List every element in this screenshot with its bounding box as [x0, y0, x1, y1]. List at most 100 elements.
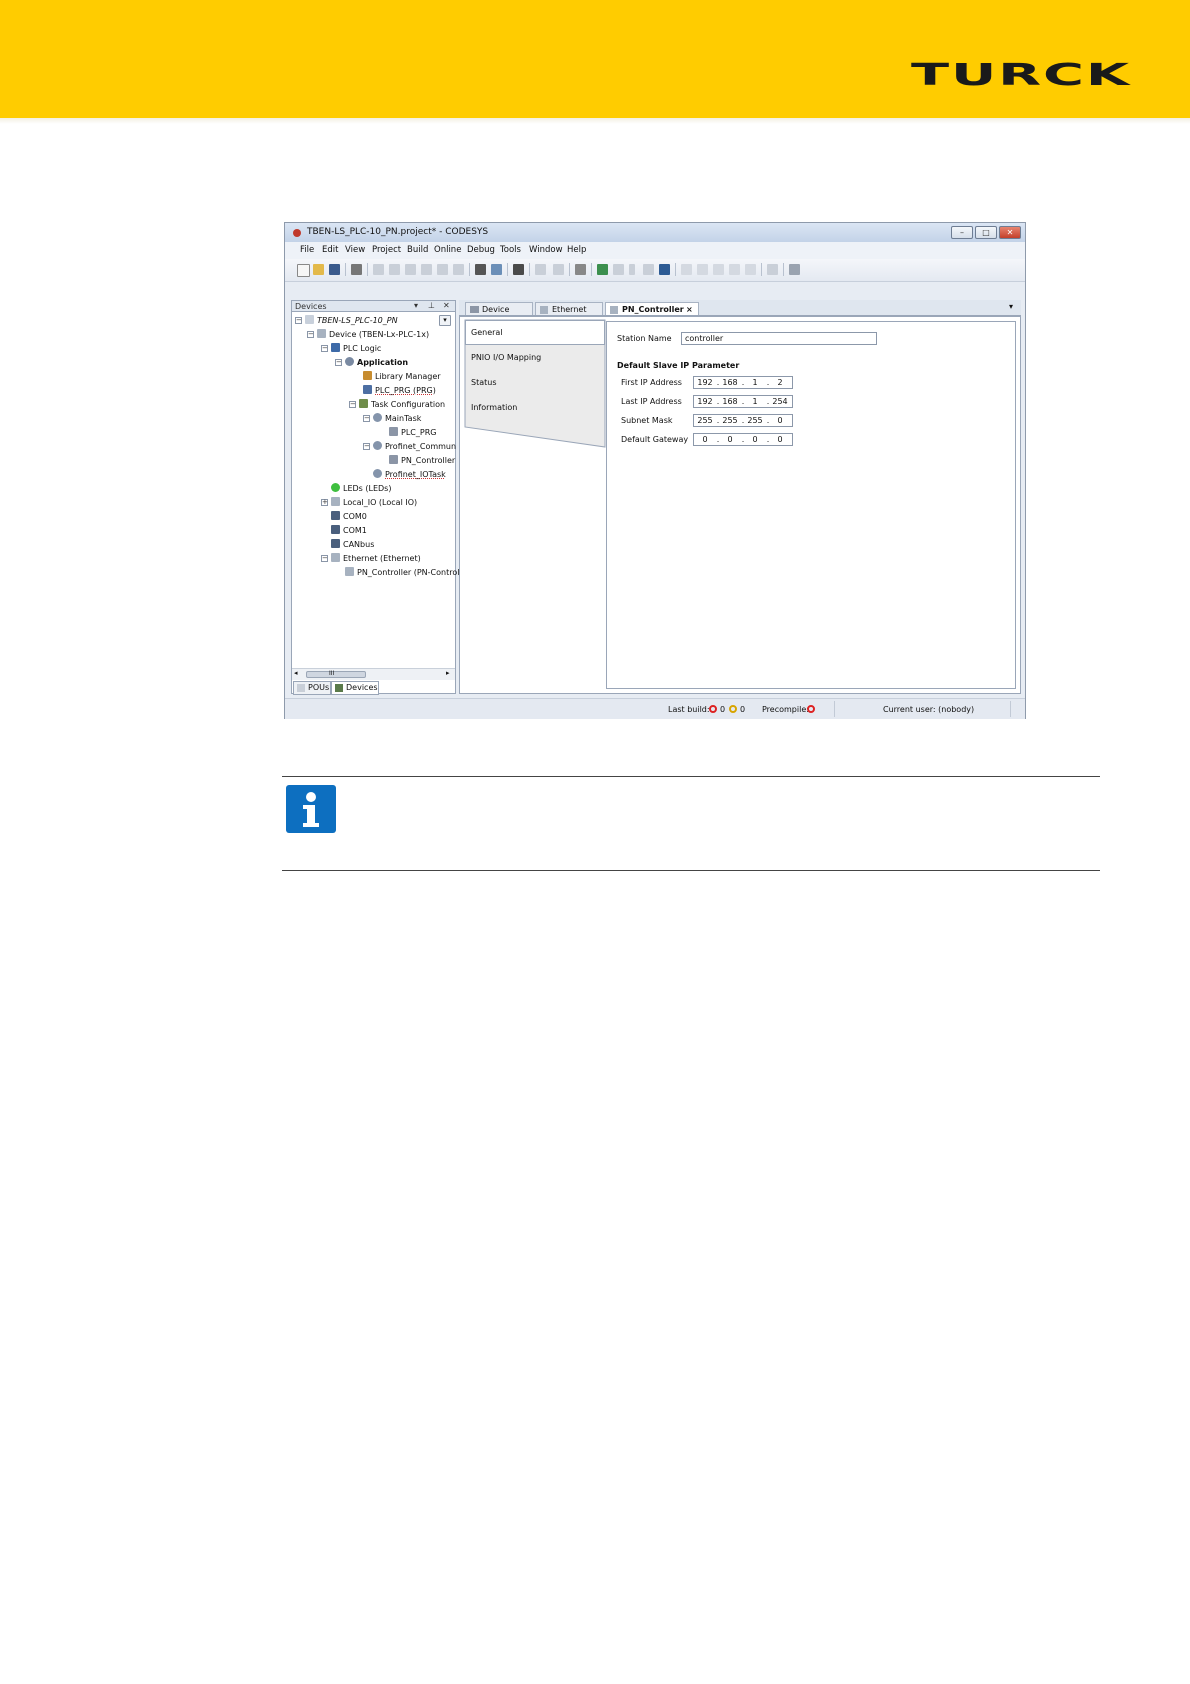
logout-icon[interactable]: [613, 264, 624, 275]
device-icon: [317, 329, 326, 338]
print-icon[interactable]: [351, 264, 362, 275]
collapse-icon[interactable]: −: [363, 443, 370, 450]
subnet-mask-field[interactable]: 255. 255. 255. 0: [693, 414, 793, 427]
tree-node-canbus[interactable]: CANbus: [331, 539, 374, 552]
run-to-cursor-icon[interactable]: [745, 264, 756, 275]
step-over-icon[interactable]: [697, 264, 708, 275]
save-icon[interactable]: [329, 264, 340, 275]
menu-help[interactable]: Help: [567, 245, 586, 255]
collapse-icon[interactable]: −: [295, 317, 302, 324]
station-name-field[interactable]: controller: [681, 332, 877, 345]
menu-online[interactable]: Online: [434, 245, 461, 255]
last-ip-field[interactable]: 192. 168. 1. 254: [693, 395, 793, 408]
pane-menu-icon[interactable]: ▾: [414, 301, 418, 310]
tab-pous[interactable]: POUs: [293, 681, 331, 695]
login-icon[interactable]: [597, 264, 608, 275]
compile-icon[interactable]: [575, 264, 586, 275]
expand-icon[interactable]: +: [321, 499, 328, 506]
menu-window[interactable]: Window: [529, 245, 563, 255]
start-icon[interactable]: [629, 264, 635, 275]
dropdown-arrow-icon[interactable]: ▾: [439, 315, 451, 326]
side-tab-information[interactable]: Information: [465, 396, 603, 420]
tree-node-profinet-iotask[interactable]: Profinet_IOTask: [373, 469, 446, 482]
pane-close-icon[interactable]: ✕: [443, 301, 450, 310]
collapse-icon[interactable]: −: [321, 555, 328, 562]
cut-icon[interactable]: [405, 264, 416, 275]
menu-tools[interactable]: Tools: [500, 245, 521, 255]
horizontal-scrollbar[interactable]: ◂ III ▸: [292, 668, 455, 680]
tree-node-plc-logic[interactable]: PLC Logic: [331, 343, 381, 356]
tree-node-com0[interactable]: COM0: [331, 511, 367, 524]
side-tab-status[interactable]: Status: [465, 371, 603, 395]
stop-icon[interactable]: [643, 264, 654, 275]
tree-node-maintask[interactable]: MainTask: [373, 413, 421, 426]
tree-node-com1[interactable]: COM1: [331, 525, 367, 538]
tree-node-pn-controller-device[interactable]: PN_Controller (PN-Control: [345, 567, 459, 580]
collapse-icon[interactable]: −: [335, 359, 342, 366]
tab-ethernet[interactable]: Ethernet: [535, 302, 603, 315]
menu-view[interactable]: View: [345, 245, 365, 255]
collapse-icon[interactable]: −: [349, 401, 356, 408]
tree-node-profinet-commun[interactable]: Profinet_Commun: [373, 441, 456, 454]
open-folder-icon[interactable]: [313, 264, 324, 275]
undo-icon[interactable]: [373, 264, 384, 275]
step-out-icon[interactable]: [729, 264, 740, 275]
window-icon[interactable]: [513, 264, 524, 275]
serial-icon: [331, 539, 340, 548]
scroll-left-icon[interactable]: ◂: [294, 669, 298, 677]
tree-node-project[interactable]: TBEN-LS_PLC-10_PN: [305, 315, 398, 328]
tab-close-icon[interactable]: ×: [686, 303, 693, 316]
breakpoint-icon[interactable]: [681, 264, 692, 275]
plc-logic-icon: [331, 343, 340, 352]
tree-node-plc-prg-call[interactable]: PLC_PRG: [389, 427, 436, 440]
tab-devices[interactable]: Devices: [331, 681, 379, 695]
pin-icon[interactable]: ⊥: [428, 301, 435, 310]
copy-icon[interactable]: [421, 264, 432, 275]
new-file-icon[interactable]: [297, 264, 310, 277]
step-into-icon[interactable]: [713, 264, 724, 275]
export-icon[interactable]: [553, 264, 564, 275]
tree-node-device[interactable]: Device (TBEN-Lx-PLC-1x): [317, 329, 429, 342]
close-button[interactable]: ✕: [999, 226, 1021, 239]
force-icon[interactable]: [767, 264, 778, 275]
turck-logo: TURCK: [911, 62, 1131, 88]
build-list-icon[interactable]: [535, 264, 546, 275]
scroll-right-icon[interactable]: ▸: [446, 669, 450, 677]
tree-node-plc-prg[interactable]: PLC_PRG (PRG): [363, 385, 436, 398]
tree-node-library-manager[interactable]: Library Manager: [363, 371, 441, 384]
tree-node-application[interactable]: Application: [345, 357, 408, 370]
collapse-icon[interactable]: −: [363, 415, 370, 422]
menu-file[interactable]: File: [300, 245, 314, 255]
precompile-status-icon[interactable]: [807, 705, 815, 713]
maximize-button[interactable]: □: [975, 226, 997, 239]
tree-node-local-io[interactable]: Local_IO (Local IO): [331, 497, 417, 510]
find-icon[interactable]: [475, 264, 486, 275]
scroll-thumb[interactable]: III: [306, 670, 366, 678]
serial-icon: [331, 511, 340, 520]
side-tab-pnio-io-mapping[interactable]: PNIO I/O Mapping: [465, 346, 603, 370]
paste-icon[interactable]: [437, 264, 448, 275]
customize-icon[interactable]: [789, 264, 800, 275]
tree-node-leds[interactable]: LEDs (LEDs): [331, 483, 391, 496]
default-gateway-field[interactable]: 0. 0. 0. 0: [693, 433, 793, 446]
replace-icon[interactable]: [491, 264, 502, 275]
menu-build[interactable]: Build: [407, 245, 428, 255]
minimize-button[interactable]: –: [951, 226, 973, 239]
tab-pn-controller[interactable]: PN_Controller ×: [605, 302, 699, 315]
tab-list-dropdown-icon[interactable]: ▾: [1009, 302, 1013, 311]
error-count: 0: [720, 705, 726, 714]
tree-node-pn-controller-call[interactable]: PN_Controller: [389, 455, 455, 468]
menu-edit[interactable]: Edit: [322, 245, 338, 255]
tree-node-ethernet[interactable]: Ethernet (Ethernet): [331, 553, 421, 566]
tree-node-task-configuration[interactable]: Task Configuration: [359, 399, 445, 412]
menu-debug[interactable]: Debug: [467, 245, 495, 255]
delete-icon[interactable]: [453, 264, 464, 275]
first-ip-field[interactable]: 192. 168. 1. 2: [693, 376, 793, 389]
collapse-icon[interactable]: −: [321, 345, 328, 352]
redo-icon[interactable]: [389, 264, 400, 275]
tab-device[interactable]: Device: [465, 302, 533, 315]
collapse-icon[interactable]: −: [307, 331, 314, 338]
reset-icon[interactable]: [659, 264, 670, 275]
menu-project[interactable]: Project: [372, 245, 401, 255]
side-tab-general[interactable]: General: [465, 321, 603, 345]
